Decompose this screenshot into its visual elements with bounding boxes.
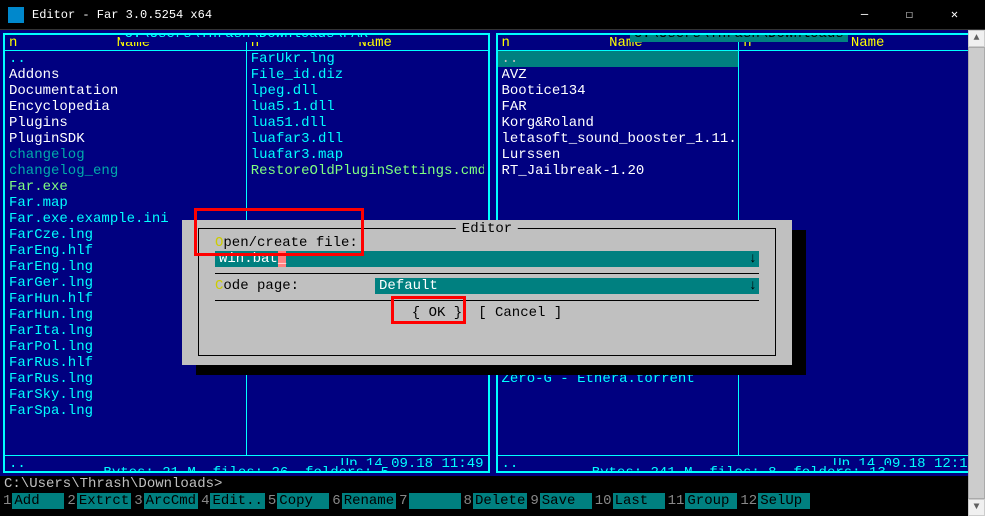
window-titlebar: Editor - Far 3.0.5254 x64 ─ ☐ ✕: [0, 0, 985, 30]
file-item[interactable]: letasoft_sound_booster_1.11.}: [502, 131, 735, 147]
file-item[interactable]: changelog_eng: [9, 163, 242, 179]
file-item[interactable]: Documentation: [9, 83, 242, 99]
app-icon: [8, 7, 24, 23]
fkey-9[interactable]: 9Save: [529, 493, 591, 509]
fkey-3[interactable]: 3ArcCmd: [133, 493, 198, 509]
minimize-button[interactable]: ─: [842, 0, 887, 30]
file-item[interactable]: Bootice134: [502, 83, 735, 99]
fkey-2[interactable]: 2Extrct: [66, 493, 131, 509]
annotation-box-ok: [391, 296, 466, 324]
vertical-scrollbar[interactable]: ▲ ▼: [968, 30, 985, 516]
file-item[interactable]: lua51.dll: [251, 115, 484, 131]
annotation-box-open-file: [194, 208, 364, 256]
file-item[interactable]: Korg&Roland: [502, 115, 735, 131]
file-item[interactable]: lua5.1.dll: [251, 99, 484, 115]
file-item[interactable]: Addons: [9, 67, 242, 83]
file-item[interactable]: RT_Jailbreak-1.20: [502, 163, 735, 179]
dropdown-arrow-icon[interactable]: ↓: [749, 251, 757, 267]
file-item[interactable]: luafar3.dll: [251, 131, 484, 147]
code-page-value: Default: [379, 278, 438, 294]
file-item[interactable]: Encyclopedia: [9, 99, 242, 115]
code-page-input[interactable]: Default ↓: [375, 278, 759, 294]
fkey-6[interactable]: 6Rename: [331, 493, 396, 509]
footer-current: ..: [502, 456, 519, 471]
maximize-button[interactable]: ☐: [887, 0, 932, 30]
right-panel-stats: Bytes: 241 M, files: 8, folders: 13: [588, 465, 890, 473]
file-item[interactable]: Plugins: [9, 115, 242, 131]
close-button[interactable]: ✕: [932, 0, 977, 30]
file-item[interactable]: RestoreOldPluginSettings.cmd: [251, 163, 484, 179]
file-item[interactable]: ..: [498, 51, 739, 67]
fkey-8[interactable]: 8Delete: [463, 493, 528, 509]
fkey-4[interactable]: 4Edit..: [200, 493, 265, 509]
code-page-label: Code page:: [215, 278, 375, 294]
file-item[interactable]: Far.exe: [9, 179, 242, 195]
fkey-7[interactable]: 7: [398, 493, 460, 509]
cancel-button[interactable]: [ Cancel ]: [474, 305, 566, 321]
dialog-title: Editor: [456, 221, 518, 237]
fkey-11[interactable]: 11Group: [667, 493, 738, 509]
footer-current: ..: [9, 456, 26, 471]
file-item[interactable]: FarSpa.lng: [9, 403, 242, 419]
file-item[interactable]: FarUkr.lng: [251, 51, 484, 67]
right-panel-path: C:\Users\Thrash\Downloads: [630, 33, 848, 42]
file-item[interactable]: ..: [9, 51, 242, 67]
file-item[interactable]: luafar3.map: [251, 147, 484, 163]
file-item[interactable]: Lurssen: [502, 147, 735, 163]
file-item[interactable]: changelog: [9, 147, 242, 163]
left-panel-stats: Bytes: 21 M, files: 26, folders: 5: [99, 465, 393, 473]
function-key-bar: 1Add2Extrct3ArcCmd4Edit..5Copy6Rename78D…: [0, 492, 985, 510]
command-prompt[interactable]: C:\Users\Thrash\Downloads>: [0, 476, 985, 492]
fkey-10[interactable]: 10Last: [594, 493, 665, 509]
scroll-up-icon[interactable]: ▲: [968, 30, 985, 47]
file-item[interactable]: lpeg.dll: [251, 83, 484, 99]
window-title: Editor - Far 3.0.5254 x64: [32, 7, 842, 23]
fkey-5[interactable]: 5Copy: [267, 493, 329, 509]
fkey-12[interactable]: 12SelUp: [739, 493, 810, 509]
scroll-down-icon[interactable]: ▼: [968, 499, 985, 516]
file-item[interactable]: FAR: [502, 99, 735, 115]
file-item[interactable]: File_id.diz: [251, 67, 484, 83]
fkey-1[interactable]: 1Add: [2, 493, 64, 509]
file-item[interactable]: AVZ: [502, 67, 735, 83]
dropdown-arrow-icon[interactable]: ↓: [749, 278, 757, 294]
scroll-thumb[interactable]: [968, 47, 985, 499]
file-item[interactable]: PluginSDK: [9, 131, 242, 147]
file-item[interactable]: FarSky.lng: [9, 387, 242, 403]
left-panel-path: C:\Users\Thrash\Downloads\FAR: [120, 33, 372, 42]
